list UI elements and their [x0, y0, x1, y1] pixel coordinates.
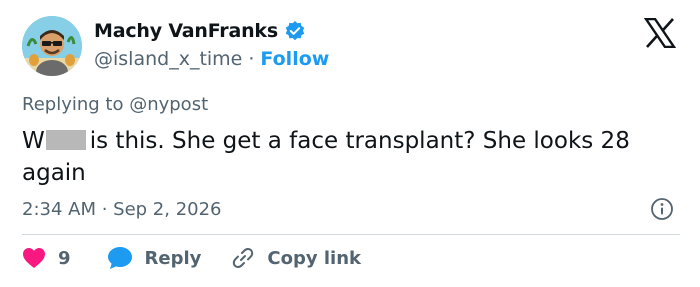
- copy-link-label: Copy link: [267, 247, 361, 269]
- like-button[interactable]: 9: [22, 247, 71, 269]
- x-logo-icon[interactable]: [643, 17, 677, 49]
- follow-button[interactable]: Follow: [260, 48, 329, 70]
- like-count: 9: [58, 247, 71, 269]
- reply-bubble-icon: [107, 247, 132, 269]
- user-handle[interactable]: @island_x_time: [94, 48, 242, 70]
- display-name[interactable]: Machy VanFranks: [94, 20, 278, 42]
- info-icon[interactable]: [650, 197, 674, 221]
- tweet-text-start: W: [22, 128, 45, 154]
- divider: [22, 234, 680, 235]
- separator-dot: ·: [248, 48, 255, 70]
- tweet-card: Machy VanFranks @island_x_time · Follow …: [0, 0, 700, 287]
- reply-button[interactable]: Reply: [107, 246, 202, 270]
- avatar[interactable]: [22, 16, 82, 76]
- replying-to-text: Replying to @nypost: [22, 94, 209, 115]
- verified-badge-icon: [284, 20, 306, 42]
- action-bar: 9 Reply Copy link: [22, 246, 361, 270]
- name-row: Machy VanFranks: [94, 20, 306, 42]
- tweet-text-rest: is this. She get a face transplant? She …: [22, 128, 630, 186]
- handle-row: @island_x_time · Follow: [94, 48, 329, 70]
- censored-word-block: [45, 130, 86, 150]
- tweet-text: Wis this. She get a face transplant? She…: [22, 125, 682, 189]
- copy-link-button[interactable]: Copy link: [231, 246, 361, 270]
- tweet-timestamp[interactable]: 2:34 AM · Sep 2, 2026: [22, 199, 222, 220]
- heart-icon: [23, 248, 45, 268]
- link-icon: [233, 248, 254, 268]
- reply-label: Reply: [144, 247, 202, 269]
